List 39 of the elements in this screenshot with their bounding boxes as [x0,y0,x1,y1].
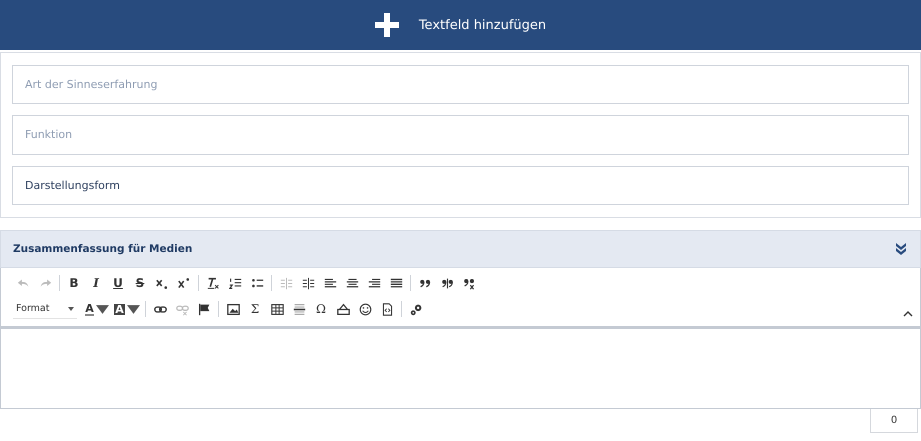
character-counter: 0 [870,409,918,433]
bold-button[interactable]: B [64,273,84,293]
formula-button[interactable]: Σ [245,299,265,319]
flag-icon[interactable] [198,302,210,316]
format-dropdown[interactable]: Format [13,299,77,319]
italic-button[interactable]: I [86,273,106,293]
numbered-list-icon[interactable] [228,276,242,290]
text-color-button[interactable]: A [83,299,111,319]
background-color-button[interactable]: A [113,299,141,319]
double-chevron-icon[interactable] [894,242,908,256]
align-center-icon[interactable] [346,276,358,290]
remove-quote-icon[interactable] [462,276,476,290]
bullet-list-icon[interactable] [250,276,264,290]
image-icon[interactable] [226,302,240,316]
table-icon[interactable] [270,302,284,316]
editor-field[interactable] [0,327,921,409]
clear-format-icon[interactable] [206,276,220,290]
align-right-icon[interactable] [368,276,380,290]
indent-icon[interactable] [302,276,314,290]
split-quote-icon[interactable] [440,276,454,290]
superscript-icon[interactable] [178,276,190,290]
input-field[interactable]: Art der Sinneserfahrung [12,65,909,104]
horizontal-rule-icon[interactable] [292,302,306,316]
justify-icon[interactable] [390,276,402,290]
strikethrough-button[interactable]: S [130,273,150,293]
input-field[interactable]: Funktion [12,115,909,155]
align-left-icon[interactable] [324,276,336,290]
underline-button[interactable]: U [108,273,128,293]
input-field[interactable]: Darstellungsform [12,166,909,205]
smiley-icon[interactable] [358,302,372,316]
special-character-button[interactable]: Ω [311,299,331,319]
plus-icon [374,13,399,37]
section-title: Zusammenfassung für Medien [13,243,192,255]
caret-icon [68,306,74,310]
add-textfield-button[interactable]: Textfeld hinzufügen [0,0,921,50]
section-header[interactable]: Zusammenfassung für Medien [0,230,921,268]
caret-icon [126,302,140,316]
caret-icon [96,302,109,316]
source-file-icon[interactable] [380,302,394,316]
